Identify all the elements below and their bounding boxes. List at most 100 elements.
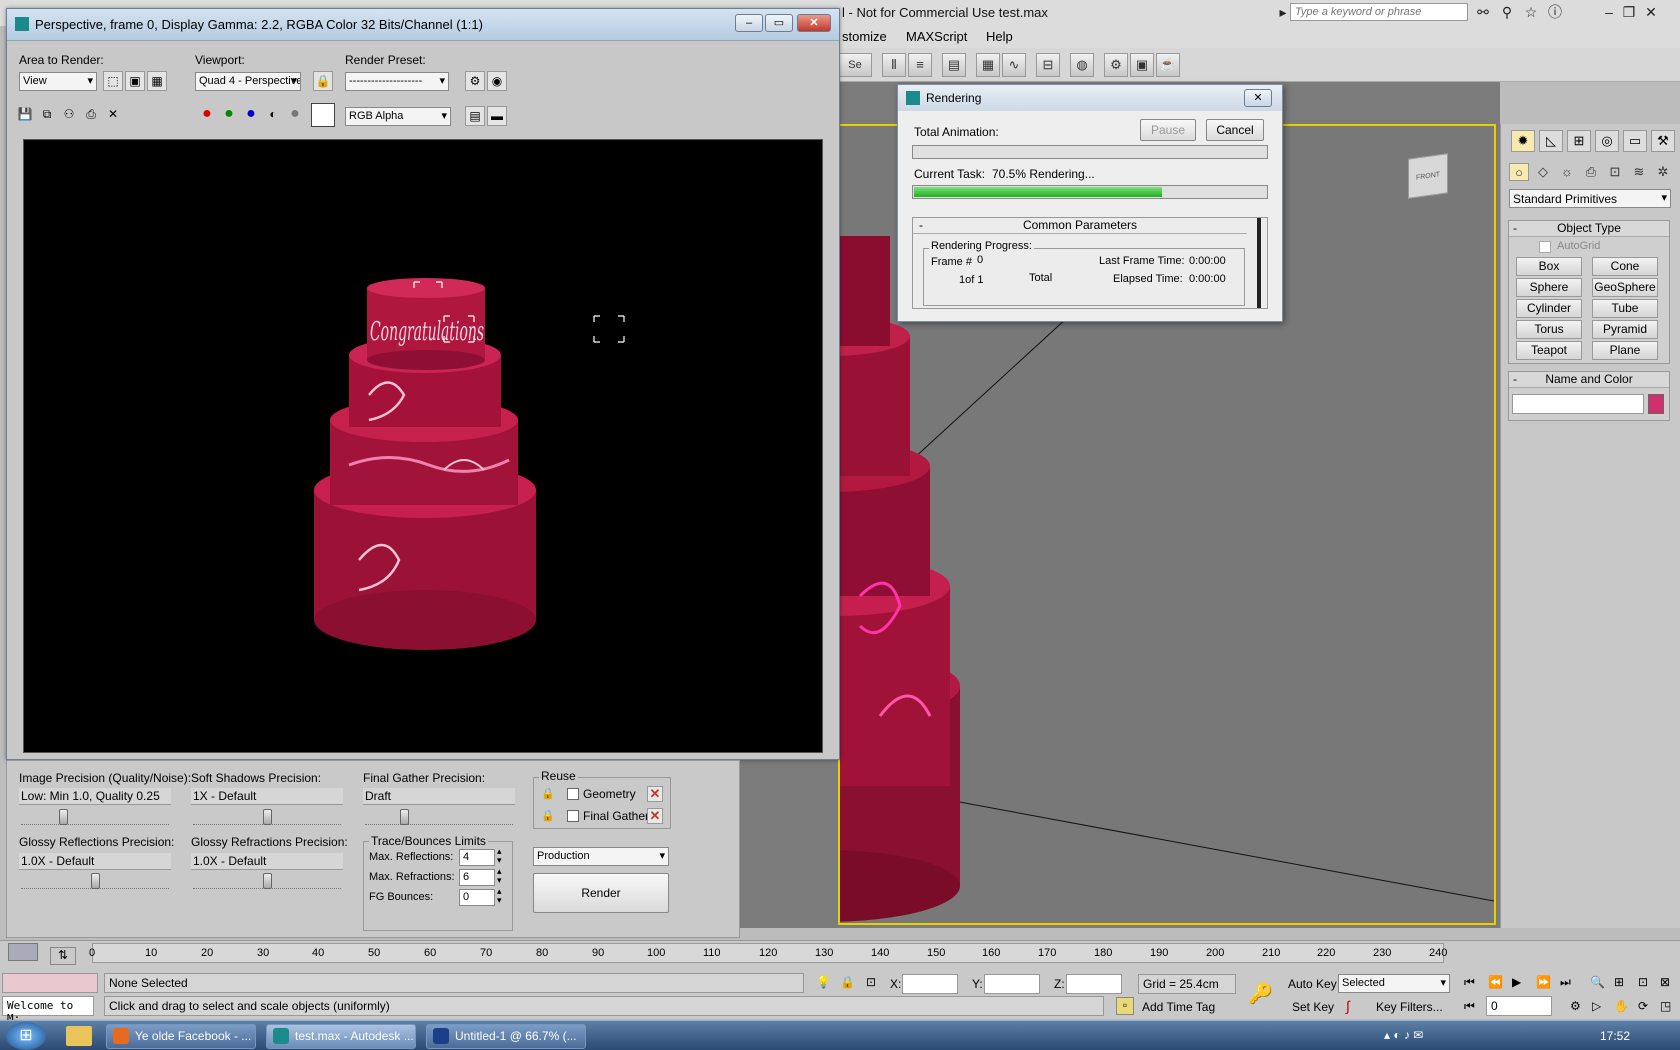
set-key-icon[interactable]: 🔑 [1248,981,1273,1006]
print-image-icon[interactable]: ⎙ [81,105,101,125]
red-channel-icon[interactable]: ● [197,105,217,125]
fg-bounces-spinner[interactable]: ▴ ▾ [497,887,502,905]
align-icon[interactable]: ≡ [908,53,932,77]
torus-button[interactable]: Torus [1516,320,1582,339]
render-preset-dropdown[interactable]: -------------------- [345,72,449,91]
rendered-frame-window-icon[interactable]: ▣ [1130,53,1154,77]
schematic-view-icon[interactable]: ⊟ [1036,53,1060,77]
mini-curve-editor-icon[interactable]: ⇅ [50,947,76,965]
green-channel-icon[interactable]: ● [219,105,239,125]
object-type-header[interactable]: - Object Type [1509,221,1669,237]
rendering-dialog-titlebar[interactable]: Rendering ✕ [898,85,1282,111]
object-color-swatch[interactable] [1648,394,1664,414]
render-production-icon[interactable]: ☕ [1156,53,1180,77]
sphere-button[interactable]: Sphere [1516,278,1582,297]
maxscript-listener-pink[interactable] [2,973,98,993]
glossy-refractions-knob[interactable] [263,873,272,889]
image-precision-knob[interactable] [59,809,68,825]
hierarchy-tab-icon[interactable]: ⊞ [1567,130,1591,152]
render-mode-dropdown[interactable]: Production [533,847,669,866]
key-mode-dropdown[interactable]: Selected [1338,974,1450,993]
color-swatch[interactable] [311,103,335,127]
zoom-extents-icon[interactable]: ⊡ [1638,975,1648,989]
taskbar-3dsmax[interactable]: test.max - Autodesk ... [266,1024,416,1049]
rendering-close-button[interactable]: ✕ [1244,89,1272,107]
clear-geometry-icon[interactable]: ✕ [647,786,663,802]
menu-help[interactable]: Help [986,29,1013,44]
go-to-start-icon[interactable]: ⏮ [1464,975,1475,990]
x-coordinate-field[interactable] [902,974,958,994]
fg-bounces-field[interactable]: 0 [459,889,495,906]
glossy-reflections-slider[interactable] [21,873,169,889]
zoom-extents-all-icon[interactable]: ⊠ [1660,975,1670,989]
next-frame-icon[interactable]: ⏩ [1536,975,1551,989]
systems-icon[interactable]: ✲ [1653,163,1673,181]
graphite-tools-icon[interactable]: ▦ [976,53,1000,77]
pyramid-button[interactable]: Pyramid [1592,320,1658,339]
orbit-icon[interactable]: ⟳ [1638,999,1648,1013]
environment-icon[interactable]: ◉ [487,71,507,91]
key-mode-toggle-icon[interactable]: ⏮ [1464,999,1475,1014]
explorer-icon[interactable] [66,1026,92,1046]
time-track[interactable]: 0 10 20 30 40 50 60 70 80 90 100 110 120 130 140 150 160… [89,943,1447,963]
menu-maxscript[interactable]: MAXScript [906,29,967,44]
max-reflections-spinner[interactable]: ▴ ▾ [497,847,502,865]
frame-window-titlebar[interactable]: Perspective, frame 0, Display Gamma: 2.2… [7,9,839,41]
space-warps-icon[interactable]: ≋ [1629,163,1649,181]
render-button[interactable]: Render [533,873,669,913]
teapot-button[interactable]: Teapot [1516,341,1582,360]
taskbar-facebook[interactable]: Ye olde Facebook - ... [106,1024,256,1049]
autogrid-checkbox[interactable] [1539,241,1551,253]
glossy-reflections-knob[interactable] [91,873,100,889]
area-to-render-dropdown[interactable]: View [19,72,97,91]
auto-key-button[interactable]: Auto Key [1288,977,1337,991]
taskbar-photoshop[interactable]: Untitled-1 @ 66.7% (... [426,1024,586,1049]
toggle-ui-icon[interactable]: ▬ [487,106,507,126]
edit-region-icon[interactable]: ⬚ [103,71,123,91]
maximize-button[interactable]: ▭ [765,14,793,32]
time-configuration-icon[interactable]: ⚙ [1570,999,1581,1013]
favorites-star-icon[interactable]: ☆ [1522,3,1540,21]
selection-filter-dropdown[interactable]: Se [838,53,872,77]
common-parameters-header[interactable]: - Common Parameters [913,218,1247,234]
helpers-icon[interactable]: ⊡ [1605,163,1625,181]
material-editor-icon[interactable]: ◍ [1070,53,1094,77]
restore-icon[interactable]: ❐ [1620,3,1638,21]
pan-icon[interactable]: ✋ [1614,999,1629,1013]
final-gather-checkbox[interactable] [567,810,579,822]
maximize-viewport-icon[interactable]: ◳ [1660,999,1671,1013]
max-refractions-field[interactable]: 6 [459,869,495,886]
previous-frame-icon[interactable]: ⏪ [1488,975,1503,989]
create-tab-icon[interactable]: ✹ [1511,130,1535,152]
cameras-icon[interactable]: ⎙ [1581,163,1601,181]
viewcube-icon[interactable]: FRONT [1408,153,1448,199]
image-precision-slider[interactable] [21,809,169,825]
alpha-channel-icon[interactable]: ◐ [263,105,283,125]
viewport-dropdown[interactable]: Quad 4 - Perspective [195,72,301,91]
name-color-header[interactable]: - Name and Color [1509,372,1669,388]
geosphere-button[interactable]: GeoSphere [1592,278,1658,297]
minimize-icon[interactable]: – [1600,3,1618,21]
play-icon[interactable]: ▶ [1512,975,1521,989]
utilities-tab-icon[interactable]: ⚒ [1651,130,1675,152]
primitive-category-dropdown[interactable]: Standard Primitives [1509,189,1671,208]
zoom-all-icon[interactable]: ⊞ [1614,975,1624,989]
set-key-button[interactable]: Set Key [1292,1000,1334,1014]
key-tangent-icon[interactable]: ∫ [1346,998,1350,1014]
render-setup-icon[interactable]: ⚙ [1104,53,1128,77]
glossy-refractions-slider[interactable] [193,873,341,889]
minimize-button[interactable]: – [735,14,763,32]
motion-tab-icon[interactable]: ◎ [1595,130,1619,152]
geometry-lock-icon[interactable]: 🔒 [541,787,555,800]
binoculars-icon[interactable]: ⚯ [1474,3,1492,21]
zoom-icon[interactable]: 🔍 [1590,975,1605,989]
clear-image-icon[interactable]: ✕ [103,105,123,125]
pause-button[interactable]: Pause [1140,119,1196,141]
auto-region-icon[interactable]: ▣ [125,71,145,91]
plane-button[interactable]: Plane [1592,341,1658,360]
y-coordinate-field[interactable] [984,974,1040,994]
mirror-icon[interactable]: ⫴ [882,53,906,77]
toggle-ui-overlay-icon[interactable]: ▤ [465,106,485,126]
max-refractions-spinner[interactable]: ▴ ▾ [497,867,502,885]
maxscript-mini-listener[interactable]: Welcome to M: [2,996,94,1025]
